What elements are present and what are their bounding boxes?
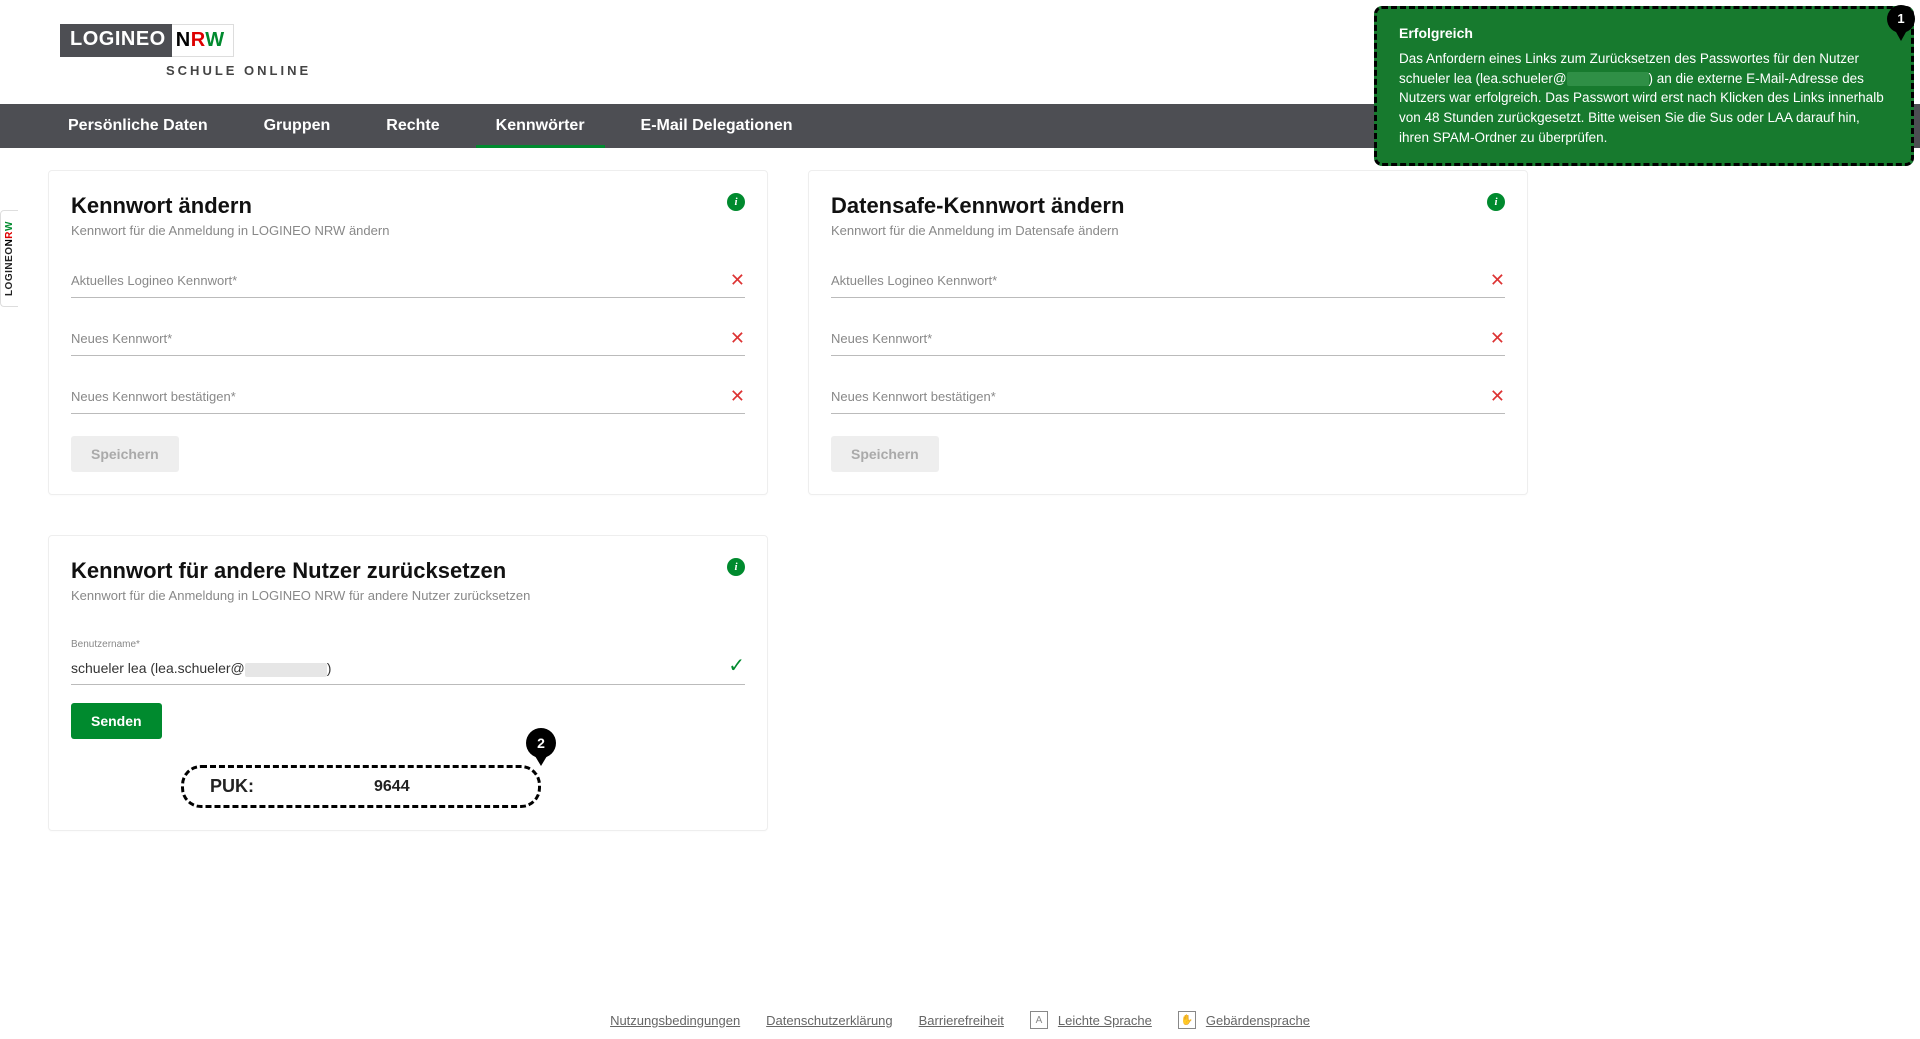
invalid-icon: ✕ <box>730 270 745 291</box>
field-label: Neues Kennwort* <box>831 331 1490 346</box>
card-subtitle: Kennwort für die Anmeldung im Datensafe … <box>831 223 1505 238</box>
valid-icon: ✓ <box>728 653 745 678</box>
info-icon[interactable]: i <box>727 193 745 211</box>
invalid-icon: ✕ <box>730 328 745 349</box>
field-new-password[interactable]: Neues Kennwort* ✕ <box>71 320 745 356</box>
logo-part1: LOGINEO <box>60 24 172 57</box>
toast-title: Erfolgreich <box>1399 23 1889 43</box>
leichte-sprache-icon: A <box>1030 1011 1048 1029</box>
field-label: Neues Kennwort* <box>71 331 730 346</box>
info-icon[interactable]: i <box>1487 193 1505 211</box>
puk-box: 2 PUK: 9644 <box>181 765 541 808</box>
toast-body: Das Anfordern eines Links zum Zurücksetz… <box>1399 49 1889 147</box>
footer-link-barrierefreiheit[interactable]: Barrierefreiheit <box>919 1013 1004 1028</box>
field-confirm-password[interactable]: Neues Kennwort bestätigen* ✕ <box>71 378 745 414</box>
card-subtitle: Kennwort für die Anmeldung in LOGINEO NR… <box>71 223 745 238</box>
footer-link-datenschutz[interactable]: Datenschutzerklärung <box>766 1013 892 1028</box>
save-button[interactable]: Speichern <box>831 436 939 472</box>
card-subtitle: Kennwort für die Anmeldung in LOGINEO NR… <box>71 588 745 603</box>
field-label: Neues Kennwort bestätigen* <box>831 389 1490 404</box>
info-icon[interactable]: i <box>727 558 745 576</box>
footer: Nutzungsbedingungen Datenschutzerklärung… <box>0 1011 1920 1029</box>
redacted-domain <box>245 663 327 677</box>
send-button[interactable]: Senden <box>71 703 162 739</box>
card-change-password: i Kennwort ändern Kennwort für die Anmel… <box>48 170 768 495</box>
footer-link-leichte-sprache[interactable]: Leichte Sprache <box>1058 1013 1152 1028</box>
footer-link-nutzungsbedingungen[interactable]: Nutzungsbedingungen <box>610 1013 740 1028</box>
field-label: Aktuelles Logineo Kennwort* <box>831 273 1490 288</box>
footer-link-gebaerdensprache[interactable]: Gebärdensprache <box>1206 1013 1310 1028</box>
invalid-icon: ✕ <box>1490 328 1505 349</box>
annotation-marker-2: 2 <box>526 728 556 758</box>
side-tab-logineo[interactable]: LOGINEONRW <box>0 210 18 307</box>
field-username[interactable]: Benutzername* schueler lea (lea.schueler… <box>71 645 745 685</box>
puk-label: PUK: <box>210 776 254 797</box>
save-button[interactable]: Speichern <box>71 436 179 472</box>
gebaerdensprache-icon: ✋ <box>1178 1011 1196 1029</box>
card-title: Datensafe-Kennwort ändern <box>831 193 1505 219</box>
card-change-datasafe-password: i Datensafe-Kennwort ändern Kennwort für… <box>808 170 1528 495</box>
invalid-icon: ✕ <box>1490 270 1505 291</box>
success-toast: 1 Erfolgreich Das Anfordern eines Links … <box>1374 6 1914 166</box>
redacted-domain <box>1567 72 1649 86</box>
field-label: Aktuelles Logineo Kennwort* <box>71 273 730 288</box>
field-new-password[interactable]: Neues Kennwort* ✕ <box>831 320 1505 356</box>
logo: LOGINEO NRW <box>60 24 234 57</box>
card-reset-other-user-password: i Kennwort für andere Nutzer zurücksetze… <box>48 535 768 831</box>
field-value: schueler lea (lea.schueler@) <box>71 654 728 676</box>
card-title: Kennwort ändern <box>71 193 745 219</box>
field-label: Benutzername* <box>71 639 140 650</box>
nav-item-kennwoerter[interactable]: Kennwörter <box>468 104 613 148</box>
puk-value: 9644 <box>374 778 410 796</box>
nav-item-persoenliche-daten[interactable]: Persönliche Daten <box>40 104 236 148</box>
field-current-password[interactable]: Aktuelles Logineo Kennwort* ✕ <box>71 262 745 298</box>
logo-nrw: NRW <box>172 24 234 57</box>
field-confirm-password[interactable]: Neues Kennwort bestätigen* ✕ <box>831 378 1505 414</box>
nav-item-email-delegationen[interactable]: E-Mail Delegationen <box>613 104 821 148</box>
nav-item-rechte[interactable]: Rechte <box>358 104 467 148</box>
invalid-icon: ✕ <box>1490 386 1505 407</box>
field-current-password[interactable]: Aktuelles Logineo Kennwort* ✕ <box>831 262 1505 298</box>
field-label: Neues Kennwort bestätigen* <box>71 389 730 404</box>
annotation-marker-1: 1 <box>1887 5 1915 33</box>
nav-item-gruppen[interactable]: Gruppen <box>236 104 359 148</box>
invalid-icon: ✕ <box>730 386 745 407</box>
card-title: Kennwort für andere Nutzer zurücksetzen <box>71 558 745 584</box>
